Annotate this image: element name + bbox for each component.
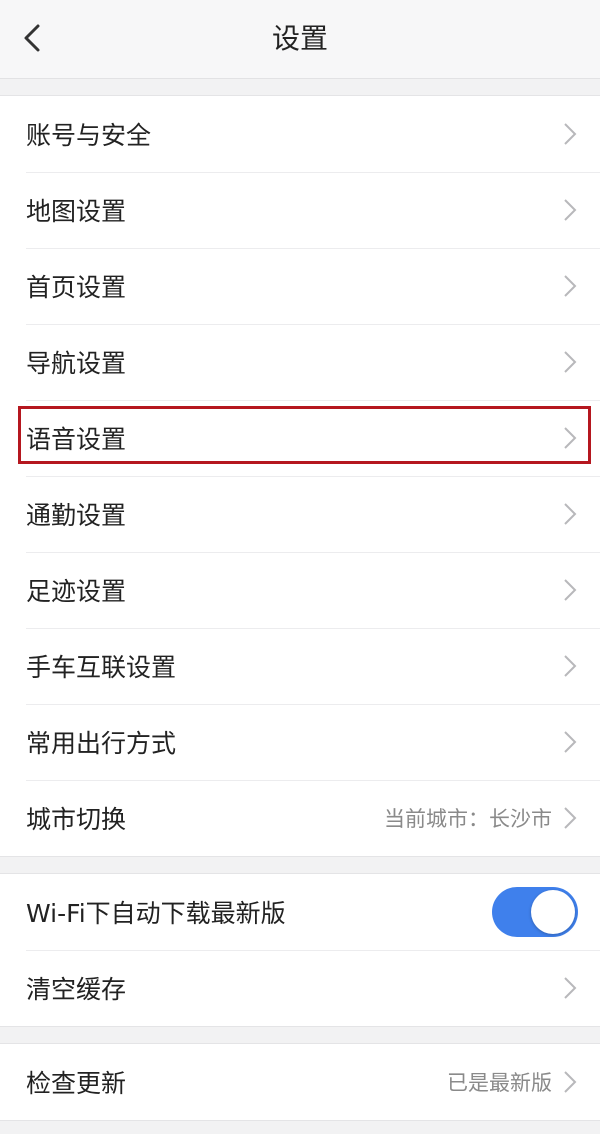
settings-item-label: 地图设置 — [26, 197, 127, 226]
settings-item-wifi-download: Wi-Fi下自动下载最新版 — [0, 874, 600, 950]
settings-group-download: Wi-Fi下自动下载最新版 清空缓存 — [0, 873, 600, 1027]
chevron-right-icon — [562, 975, 578, 1001]
chevron-left-icon — [24, 24, 40, 52]
settings-item-navigation[interactable]: 导航设置 — [0, 324, 600, 400]
back-button[interactable] — [14, 20, 50, 56]
settings-item-label: 检查更新 — [26, 1069, 127, 1098]
settings-item-city-switch[interactable]: 城市切换 当前城市：长沙市 — [0, 780, 600, 856]
settings-item-label: 语音设置 — [26, 425, 127, 454]
settings-item-label: 城市切换 — [26, 805, 127, 834]
settings-item-homepage[interactable]: 首页设置 — [0, 248, 600, 324]
chevron-right-icon — [562, 805, 578, 831]
update-status-value: 已是最新版 — [447, 1071, 552, 1095]
chevron-right-icon — [562, 1069, 578, 1095]
settings-group-main: 账号与安全 地图设置 首页设置 导航设置 语音设置 通勤设置 足迹设置 手车互联… — [0, 95, 600, 857]
settings-item-label: 清空缓存 — [26, 975, 127, 1004]
settings-item-label: 足迹设置 — [26, 577, 127, 606]
settings-item-label: Wi-Fi下自动下载最新版 — [26, 899, 286, 928]
settings-item-label: 通勤设置 — [26, 501, 127, 530]
toggle-knob — [531, 890, 575, 934]
nav-bar: 设置 — [0, 0, 600, 79]
chevron-right-icon — [562, 197, 578, 223]
chevron-right-icon — [562, 273, 578, 299]
settings-item-footprint[interactable]: 足迹设置 — [0, 552, 600, 628]
chevron-right-icon — [562, 729, 578, 755]
wifi-download-toggle[interactable] — [492, 887, 578, 937]
settings-item-voice[interactable]: 语音设置 — [0, 400, 600, 476]
settings-item-account-security[interactable]: 账号与安全 — [0, 96, 600, 172]
settings-item-map[interactable]: 地图设置 — [0, 172, 600, 248]
settings-item-label: 手车互联设置 — [26, 653, 177, 682]
settings-item-clear-cache[interactable]: 清空缓存 — [0, 950, 600, 1026]
settings-item-label: 首页设置 — [26, 273, 127, 302]
chevron-right-icon — [562, 577, 578, 603]
settings-item-travel-mode[interactable]: 常用出行方式 — [0, 704, 600, 780]
page-title: 设置 — [271, 22, 328, 55]
chevron-right-icon — [562, 121, 578, 147]
chevron-right-icon — [562, 653, 578, 679]
settings-item-car-link[interactable]: 手车互联设置 — [0, 628, 600, 704]
settings-group-update: 检查更新 已是最新版 — [0, 1043, 600, 1121]
settings-item-label: 账号与安全 — [26, 121, 152, 150]
settings-item-check-update[interactable]: 检查更新 已是最新版 — [0, 1044, 600, 1120]
chevron-right-icon — [562, 349, 578, 375]
chevron-right-icon — [562, 425, 578, 451]
chevron-right-icon — [562, 501, 578, 527]
current-city-value: 当前城市：长沙市 — [384, 807, 552, 831]
settings-item-label: 常用出行方式 — [26, 729, 177, 758]
settings-item-label: 导航设置 — [26, 349, 127, 378]
settings-item-commute[interactable]: 通勤设置 — [0, 476, 600, 552]
